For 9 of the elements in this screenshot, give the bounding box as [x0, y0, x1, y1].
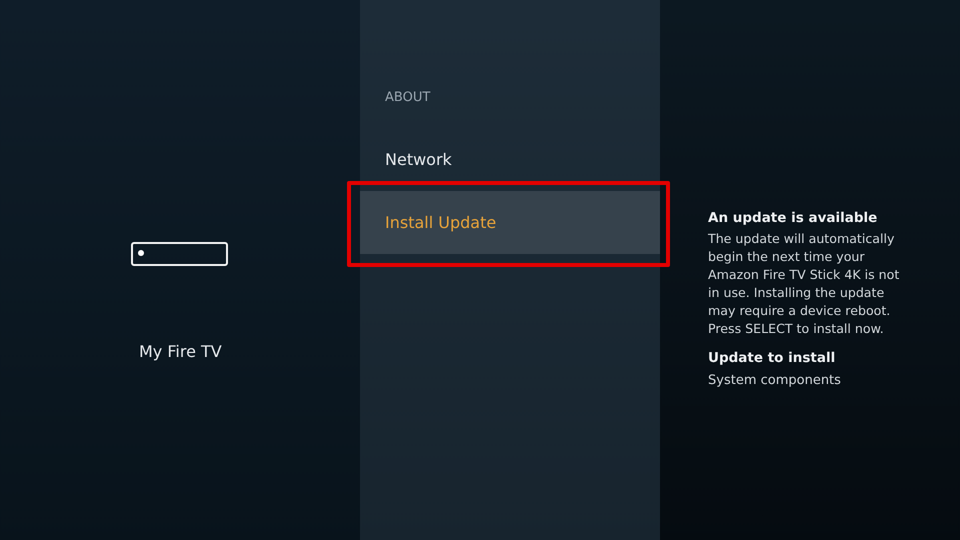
section-heading: ABOUT [385, 89, 432, 107]
details-value: System components [708, 372, 842, 390]
details-subheading: Update to install [708, 349, 836, 368]
details-text: The update will automatically begin the next time your Amazon Fire TV Stick 4K is not in use. Installing the update may require a device reboot. Press SELECT to install now. [708, 230, 900, 338]
menu-item[interactable]: Install Update [360, 191, 660, 254]
menu-item[interactable]: Network [360, 128, 660, 191]
panel-title: My Fire TV [139, 341, 223, 363]
details-heading: An update is available [708, 209, 878, 228]
device-icon [131, 242, 228, 266]
